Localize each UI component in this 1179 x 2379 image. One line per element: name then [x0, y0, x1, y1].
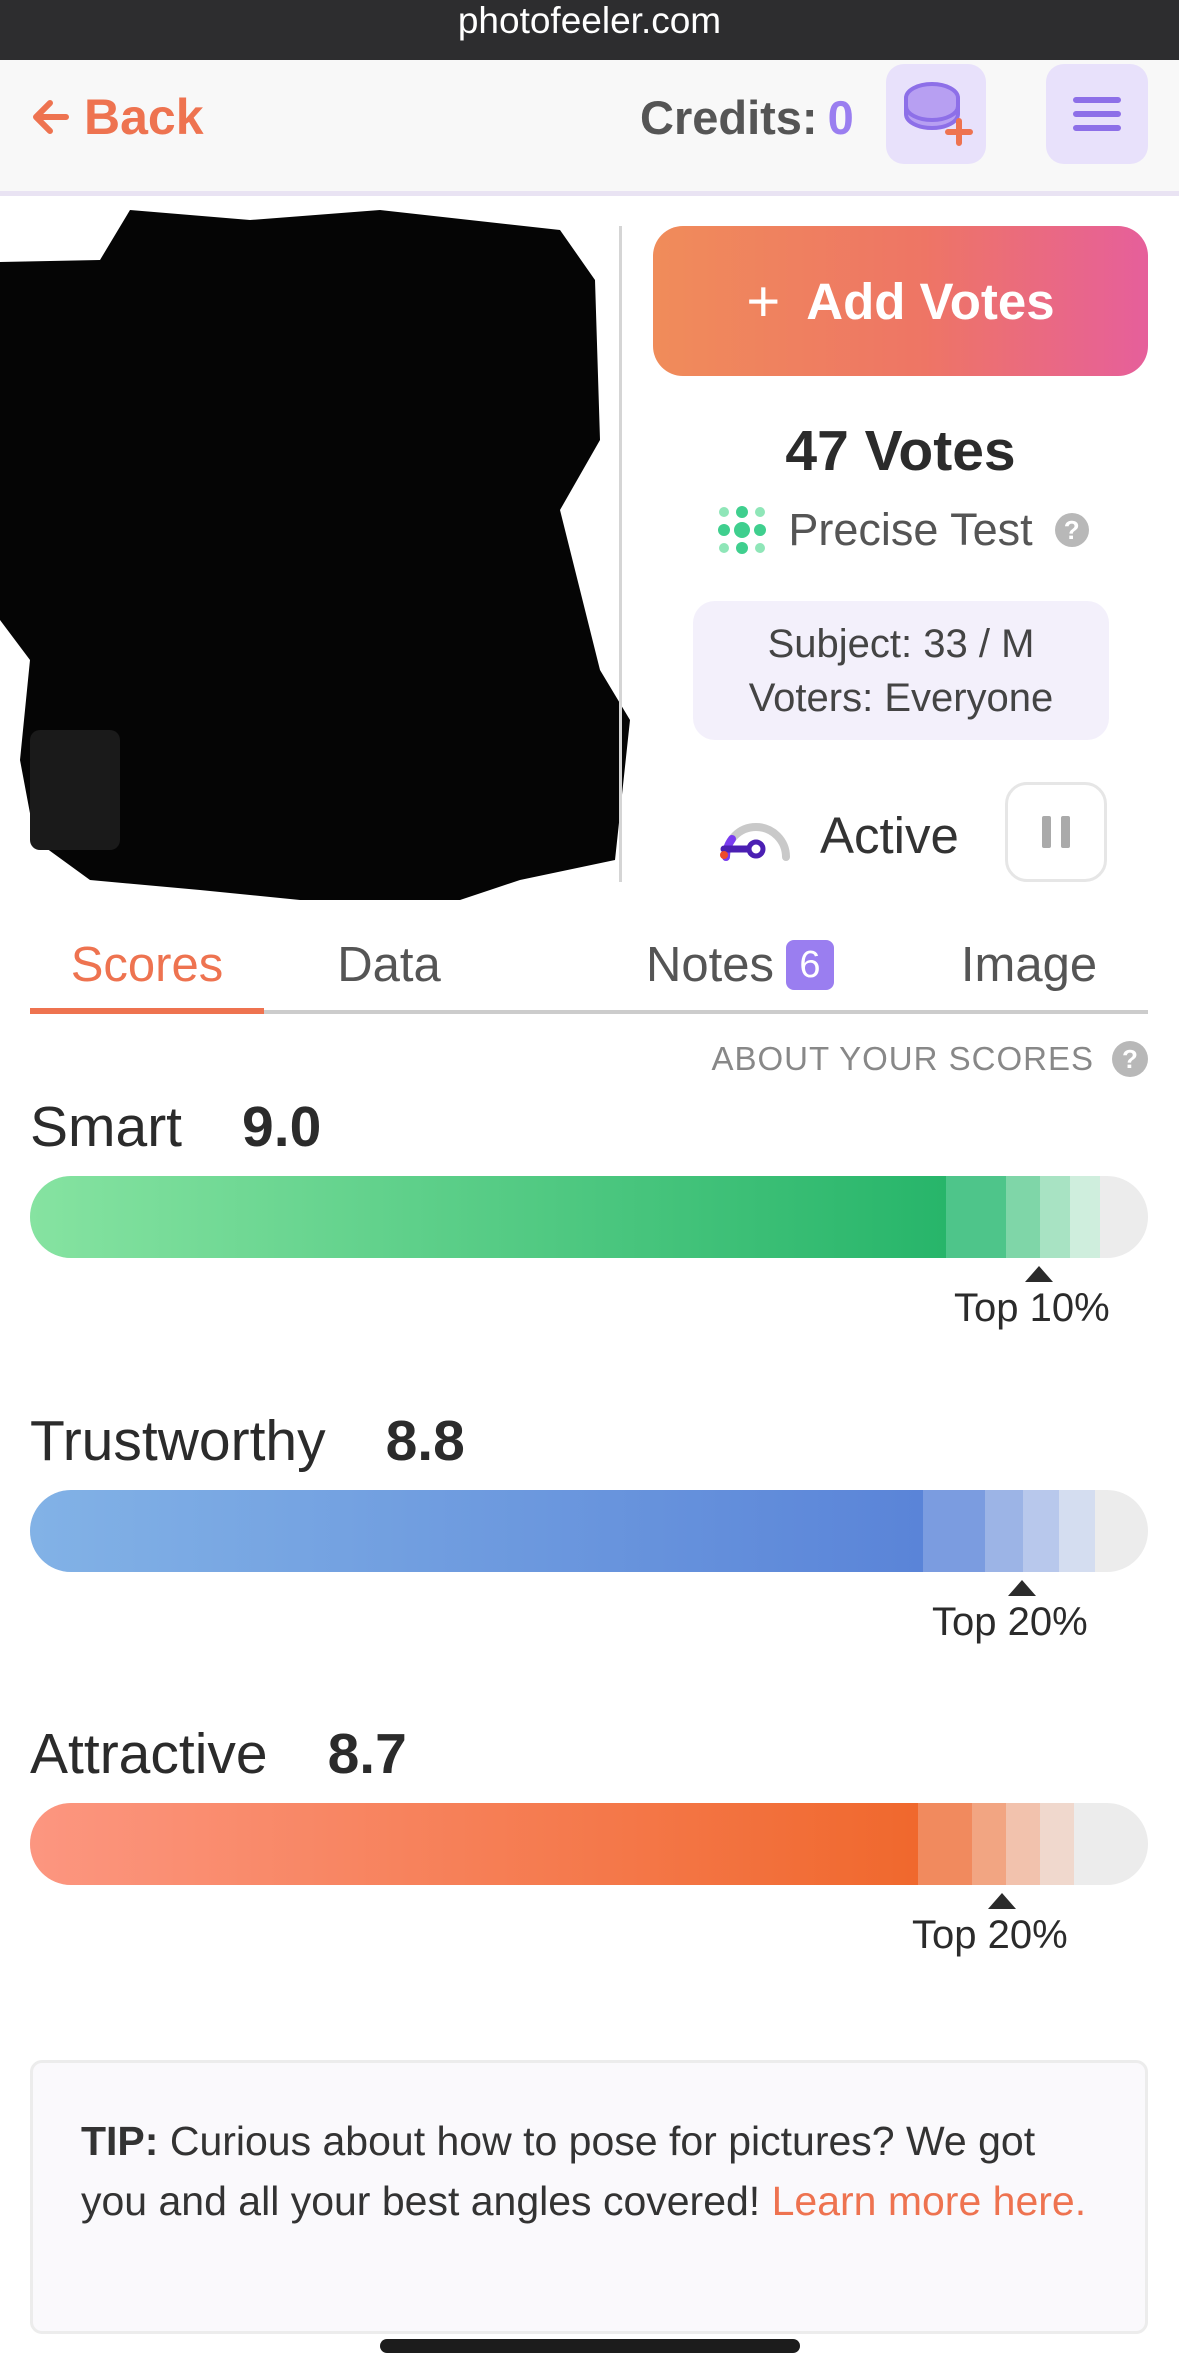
test-photo[interactable] [0, 200, 630, 900]
tab-label: Data [337, 938, 441, 992]
home-indicator [380, 2339, 800, 2353]
score-value: 9.0 [242, 1095, 322, 1159]
percentile-label: Top 20% [912, 1913, 1068, 1957]
score-smart: Smart 9.0 Top 10% [30, 1094, 1148, 1330]
add-votes-label: Add Votes [806, 272, 1055, 330]
arrow-left-icon [33, 100, 69, 134]
percentile-marker [1025, 1266, 1053, 1282]
url-text: photofeeler.com [457, 0, 722, 41]
plus-icon: + [746, 268, 781, 334]
add-votes-button[interactable]: + Add Votes [653, 226, 1148, 376]
browser-url-bar[interactable]: photofeeler.com [0, 0, 1179, 60]
tab-data[interactable]: Data [264, 920, 514, 1014]
precise-test-icon [718, 506, 767, 554]
help-icon: ? [1112, 1041, 1148, 1077]
pause-button[interactable] [1005, 782, 1107, 882]
credits-display: Credits: 0 [640, 90, 854, 145]
menu-button[interactable] [1046, 64, 1148, 164]
tab-bar: Scores Data Notes 6 Image [30, 920, 1148, 1014]
about-scores-label: ABOUT YOUR SCORES [711, 1040, 1094, 1077]
back-label: Back [84, 89, 204, 145]
score-trustworthy: Trustworthy 8.8 Top 20% [30, 1408, 1148, 1644]
tab-label: Image [960, 938, 1098, 992]
subject-label: Subject: 33 / M [767, 622, 1035, 666]
score-bar [30, 1490, 1148, 1572]
subject-info-box: Subject: 33 / M Voters: Everyone [693, 601, 1109, 740]
gauge-icon [720, 823, 790, 861]
votes-count: 47 Votes [785, 419, 1016, 483]
score-bar [30, 1803, 1148, 1885]
notes-count-badge: 6 [786, 940, 834, 990]
pause-icon [1042, 816, 1051, 848]
score-value: 8.8 [385, 1409, 465, 1473]
tip-box: TIP: Curious about how to pose for pictu… [30, 2060, 1148, 2334]
status-row: Active [653, 782, 1148, 882]
voters-label: Voters: Everyone [748, 676, 1054, 720]
divider [619, 226, 622, 882]
score-label: Attractive [30, 1722, 268, 1786]
score-label: Smart [30, 1095, 183, 1159]
tab-notes[interactable]: Notes 6 [590, 920, 890, 1014]
test-type: Precise Test ? [653, 500, 1148, 560]
tab-label: Notes [645, 938, 774, 992]
learn-more-link[interactable]: Learn more here. [772, 2178, 1087, 2224]
score-label: Trustworthy [30, 1409, 326, 1473]
tab-scores[interactable]: Scores [30, 920, 264, 1014]
score-attractive: Attractive 8.7 Top 20% [30, 1721, 1148, 1957]
test-type-label: Precise Test [788, 504, 1033, 555]
credits-label: Credits: [640, 91, 818, 144]
percentile-marker [1008, 1580, 1036, 1596]
top-nav: Back Credits: 0 [0, 60, 1179, 196]
percentile-label: Top 10% [954, 1286, 1110, 1330]
score-value: 8.7 [327, 1722, 407, 1786]
tab-label: Scores [70, 938, 224, 992]
status-label: Active [820, 807, 959, 864]
coin-stack-plus-icon [904, 82, 973, 146]
help-icon[interactable]: ? [1054, 513, 1089, 547]
tip-prefix: TIP: [81, 2118, 159, 2164]
credits-value: 0 [827, 91, 854, 144]
tab-image[interactable]: Image [910, 920, 1148, 1014]
score-bar-fill [30, 1490, 923, 1572]
score-bar [30, 1176, 1148, 1258]
score-bar-fill [30, 1176, 946, 1258]
about-scores-link[interactable]: ABOUT YOUR SCORES ? [700, 1040, 1148, 1078]
buy-credits-button[interactable] [886, 64, 986, 164]
percentile-marker [988, 1893, 1016, 1909]
hamburger-menu-icon [1073, 97, 1121, 131]
active-tab-indicator [30, 1008, 264, 1014]
score-bar-fill [30, 1803, 918, 1885]
redacted-photo-image [0, 210, 630, 900]
back-button[interactable]: Back [30, 84, 204, 150]
percentile-label: Top 20% [932, 1600, 1088, 1644]
